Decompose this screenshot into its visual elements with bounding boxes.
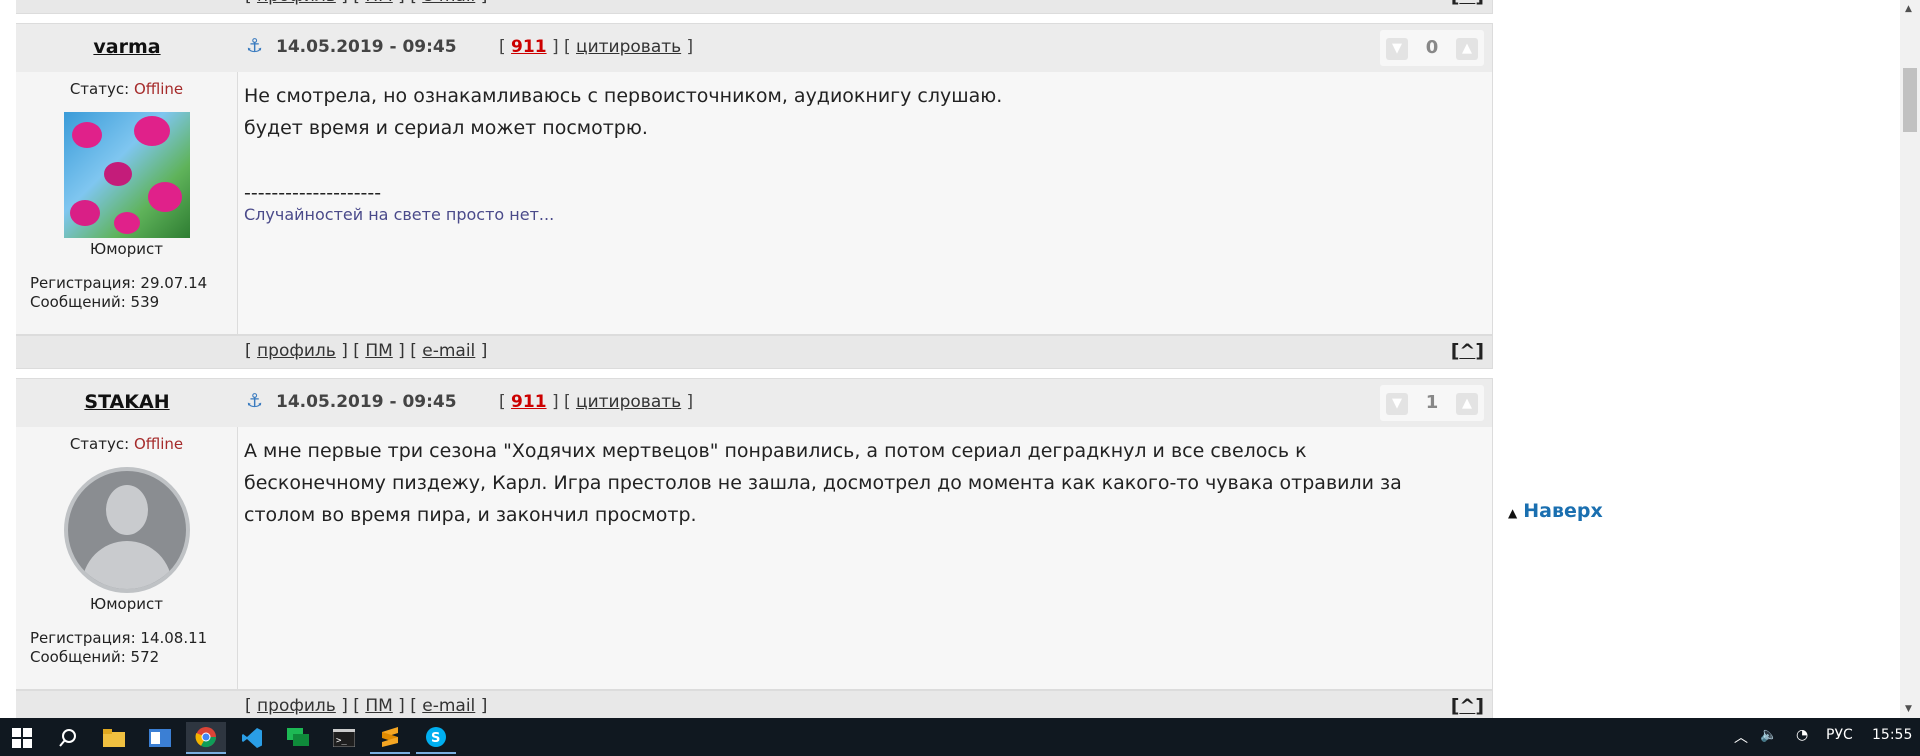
profile-link[interactable]: профиль [257,0,336,6]
scroll-top-link[interactable]: [^] [1451,0,1484,7]
message-line: бесконечному пиздежу, Карл. Игра престол… [244,472,1402,494]
language-indicator[interactable]: РУС [1826,727,1853,743]
post-number-link[interactable]: 911 [511,392,547,412]
post-header: varma ⚓ 14.05.2019 - 09:45 [ 911 ] [ цит… [16,24,1492,72]
post-message: Не смотрела, но ознакамливаюсь с первоис… [238,72,1492,334]
file-explorer-icon[interactable] [94,722,134,754]
post-footer-links: [ профиль ] [ ПМ ] [ e-mail ] [245,0,487,6]
thumb-up-icon[interactable]: ▲ [1456,393,1478,415]
vscode-icon[interactable] [232,722,272,754]
user-stats: Регистрация: 29.07.14 Сообщений: 539 [30,274,208,311]
user-info: Статус: Offline Юморист Регистрация: 29.… [16,72,238,334]
search-icon[interactable] [48,722,88,754]
skype-icon[interactable]: S [416,722,456,754]
profile-link[interactable]: профиль [257,696,336,716]
svg-text:>_: >_ [336,736,347,746]
anchor-icon[interactable]: ⚓ [246,390,263,412]
author-cell: STAKAH [16,379,238,427]
chat-icon[interactable] [278,722,318,754]
post-header: STAKAH ⚓ 14.05.2019 - 09:45 [ 911 ] [ ци… [16,379,1492,427]
email-link[interactable]: e-mail [422,696,475,716]
post-date: 14.05.2019 - 09:45 [276,392,457,412]
signature-text: Случайностей на свете просто нет... [244,205,555,224]
user-stats: Регистрация: 14.08.11 Сообщений: 572 [30,629,208,666]
chrome-icon[interactable] [186,722,226,754]
back-to-top-link[interactable]: ▲ Наверх [1508,500,1603,522]
signature-divider: -------------------- [244,182,382,204]
post-meta: [ 911 ] [ цитировать ] [499,392,694,412]
avatar[interactable] [63,112,190,238]
sublime-text-icon[interactable] [370,722,410,754]
volume-icon[interactable]: 🔈 [1760,727,1777,743]
pm-link[interactable]: ПМ [365,341,392,361]
anchor-icon[interactable]: ⚓ [246,35,263,57]
terminal-icon[interactable]: >_ [324,722,364,754]
author-nick[interactable]: STAKAH [84,391,169,413]
vote-box: ▼ 0 ▲ [1380,30,1484,66]
scroll-down-icon[interactable]: ▼ [1905,704,1912,714]
separator [16,369,1493,378]
scrollbar-thumb[interactable] [1903,68,1917,132]
user-rank: Юморист [90,595,163,613]
scroll-top-link[interactable]: [^] [1451,695,1484,717]
svg-text:S: S [431,731,440,746]
forum-thread: [ профиль ] [ ПМ ] [ e-mail ] [^] varma … [16,0,1493,718]
arrow-up-icon: ▲ [1508,506,1518,520]
pm-link[interactable]: ПМ [365,696,392,716]
user-status: Статус: Offline [69,435,184,453]
scroll-up-icon[interactable]: ▲ [1905,4,1912,14]
message-line: столом во время пира, и закончил просмот… [244,504,697,526]
author-cell: varma [16,24,238,72]
post-stakah: STAKAH ⚓ 14.05.2019 - 09:45 [ 911 ] [ ци… [16,378,1493,690]
user-rank: Юморист [90,240,163,258]
user-info: Статус: Offline Юморист Регистрация: 14.… [16,427,238,689]
post-footer-bar: [ профиль ] [ ПМ ] [ e-mail ] [^] [16,690,1493,718]
separator [16,14,1493,23]
scroll-top-link[interactable]: [^] [1451,340,1484,362]
post-varma: varma ⚓ 14.05.2019 - 09:45 [ 911 ] [ цит… [16,23,1493,335]
windows-taskbar: >_ S ︿ 🔈 ◔ РУС 15:55 [0,718,1920,756]
email-link[interactable]: e-mail [422,0,475,6]
quote-link[interactable]: цитировать [576,37,681,57]
post-footer-links: [ профиль ] [ ПМ ] [ e-mail ] [245,341,488,361]
profile-link[interactable]: профиль [257,341,336,361]
email-link[interactable]: e-mail [422,341,475,361]
message-line: Не смотрела, но ознакамливаюсь с первоис… [244,85,1003,107]
post-number-link[interactable]: 911 [511,37,547,57]
post-footer-links: [ профиль ] [ ПМ ] [ e-mail ] [245,696,488,716]
thumb-up-icon[interactable]: ▲ [1456,38,1478,60]
windows-start-icon[interactable] [2,722,42,754]
clock[interactable]: 15:55 [1872,727,1912,743]
post-footer-bar: [ профиль ] [ ПМ ] [ e-mail ] [^] [16,335,1493,369]
author-nick[interactable]: varma [93,36,160,58]
post-body: Статус: Offline Юморист Регистрация: 14.… [16,427,1492,689]
vote-box: ▼ 1 ▲ [1380,385,1484,421]
post-footer-bar: [ профиль ] [ ПМ ] [ e-mail ] [^] [16,0,1493,14]
pm-link[interactable]: ПМ [365,0,392,6]
user-status: Статус: Offline [69,80,184,98]
avatar[interactable] [63,467,190,593]
post-meta: [ 911 ] [ цитировать ] [499,37,694,57]
post-body: Статус: Offline Юморист Регистрация: 29.… [16,72,1492,334]
quote-link[interactable]: цитировать [576,392,681,412]
post-message: А мне первые три сезона "Ходячих мертвец… [238,427,1492,689]
post-date: 14.05.2019 - 09:45 [276,37,457,57]
message-line: будет время и сериал может посмотрю. [244,117,648,139]
tray-chevron-up-icon[interactable]: ︿ [1734,727,1748,747]
message-line: А мне первые три сезона "Ходячих мертвец… [244,440,1307,462]
page-scrollbar[interactable]: ▲ ▼ [1900,0,1920,718]
network-icon[interactable]: ◔ [1796,727,1808,743]
browser-viewport: [ профиль ] [ ПМ ] [ e-mail ] [^] varma … [0,0,1920,718]
outlook-icon[interactable] [140,722,180,754]
